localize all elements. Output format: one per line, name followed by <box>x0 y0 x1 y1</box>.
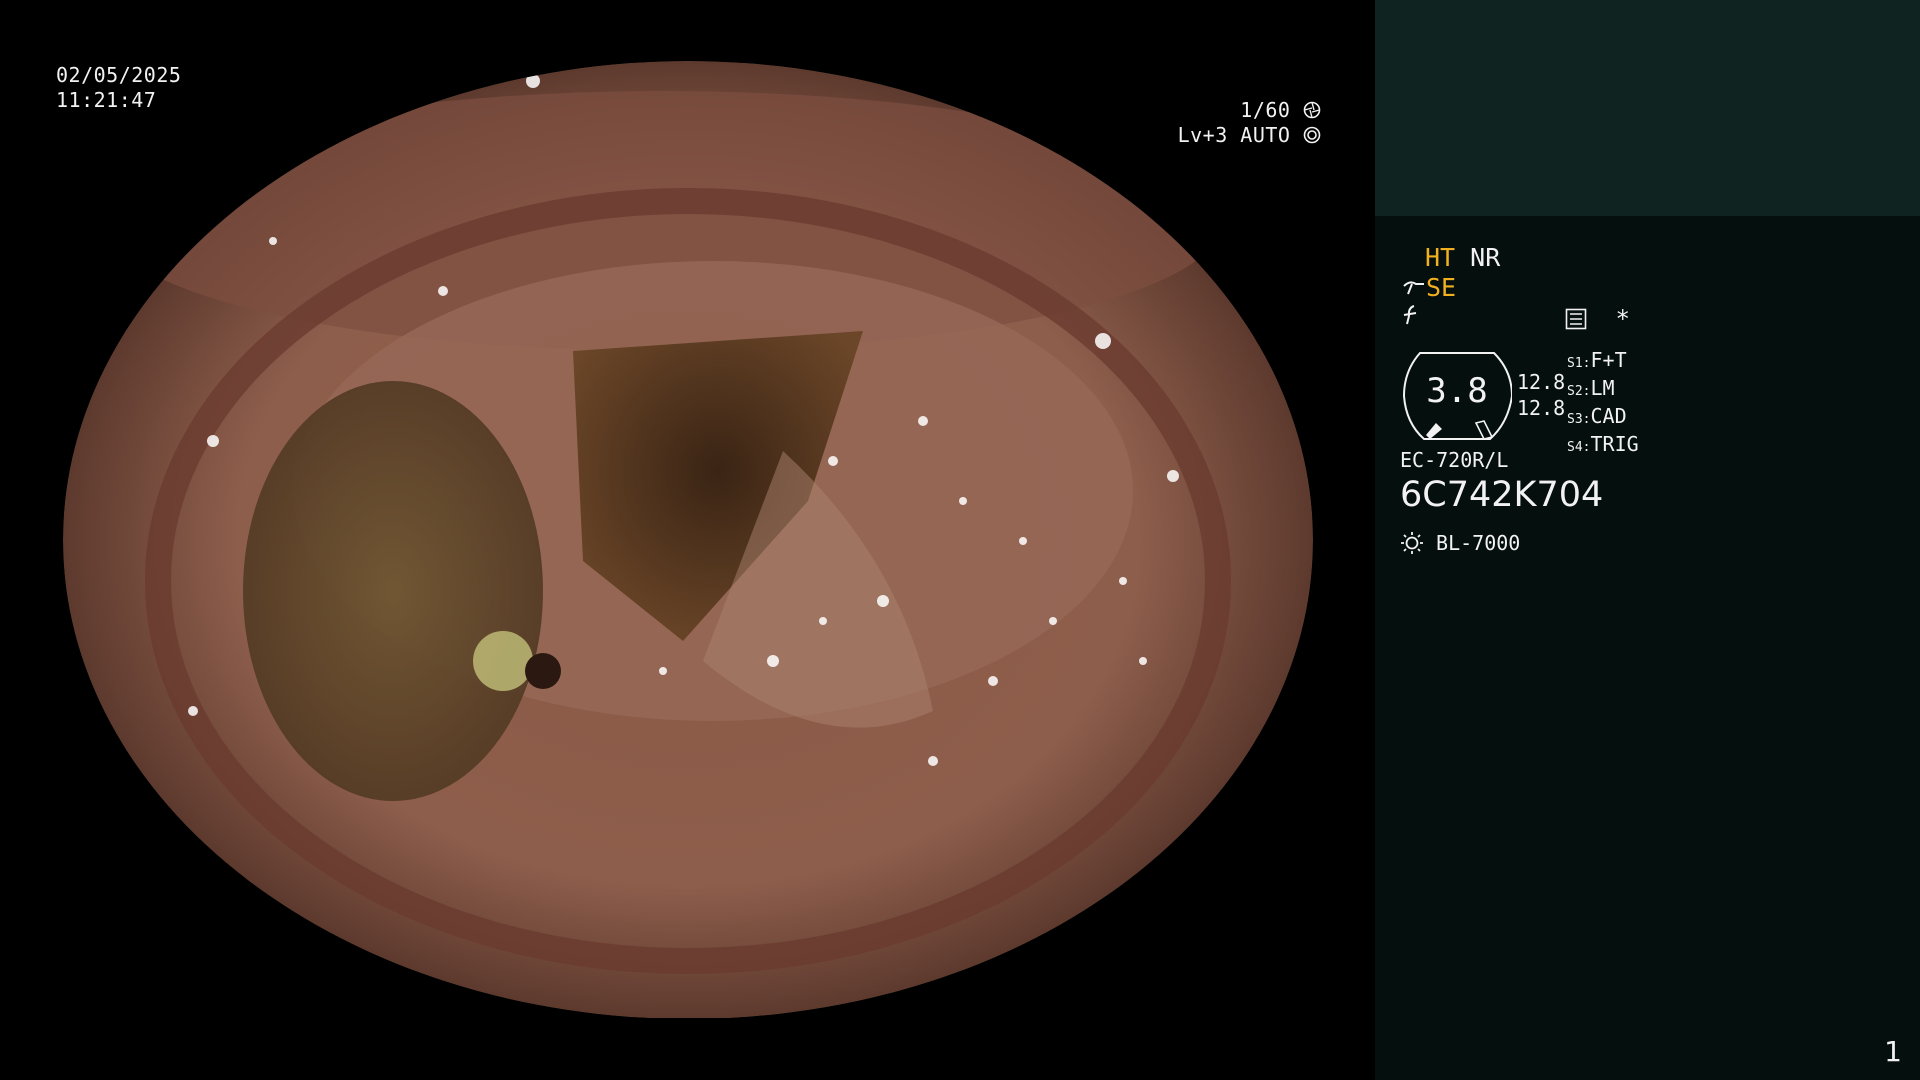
menu-star: * <box>1615 305 1630 333</box>
slot-tag: S4: <box>1567 440 1591 455</box>
slot-value: CAD <box>1590 404 1627 428</box>
se-row: SE <box>1402 273 1456 302</box>
light-source-row: BL-7000 <box>1400 531 1520 555</box>
slot-tag: S1: <box>1567 356 1591 371</box>
date-text: 02/05/2025 <box>56 63 182 87</box>
endoscope-video-area: 02/05/2025 11:21:47 1/60 Lv+3 AUTO <box>0 0 1375 1080</box>
se-label: SE <box>1426 273 1457 302</box>
freeze-icon <box>1403 305 1417 325</box>
light-source-label: BL-7000 <box>1436 531 1521 555</box>
scope-serial: 6C742K704 <box>1400 475 1604 515</box>
nr-label: NR <box>1470 243 1501 272</box>
shutter-text: 1/60 <box>1240 98 1291 122</box>
slot-item: S1:F+T <box>1567 348 1639 376</box>
endoscopic-image <box>63 61 1313 1019</box>
level-mode-text: Lv+3 AUTO <box>1177 123 1291 147</box>
slot-value: F+T <box>1590 348 1627 372</box>
bottom-mask <box>0 1018 1375 1080</box>
exposure-overlay: 1/60 Lv+3 AUTO <box>1178 98 1321 148</box>
colon-lumen-illustration <box>63 61 1313 1019</box>
slot-tag: S3: <box>1567 412 1591 427</box>
slot-value: TRIG <box>1590 432 1639 456</box>
datetime-overlay: 02/05/2025 11:21:47 <box>56 63 181 113</box>
slot-value: LM <box>1590 376 1615 400</box>
status-panel: HT NR SE * 3.8 12.8 12.8 S1:F+T S2:LM S3… <box>1375 0 1920 1080</box>
scope-switch-slots: S1:F+T S2:LM S3:CAD S4:TRIG <box>1567 348 1639 460</box>
slot-item: S2:LM <box>1567 376 1639 404</box>
rl-values: 12.8 12.8 <box>1517 369 1565 421</box>
slot-item: S4:TRIG <box>1567 432 1639 460</box>
scope-tip-icon <box>1403 281 1424 295</box>
light-icon <box>1401 532 1423 554</box>
slot-item: S3:CAD <box>1567 404 1639 432</box>
ht-label: HT <box>1425 243 1456 272</box>
level-row: Lv+3 AUTO <box>1178 123 1321 148</box>
freeze-row <box>1402 303 1424 332</box>
page-number: 1 <box>1884 1035 1902 1068</box>
auto-iris-icon <box>1303 126 1321 144</box>
magnification-dial: 3.8 <box>1402 351 1512 441</box>
rl-value-1: 12.8 <box>1517 370 1566 394</box>
menu-row: * <box>1565 305 1630 333</box>
slot-tag: S2: <box>1567 384 1591 399</box>
ht-nr-row: HT NR <box>1425 243 1500 272</box>
scope-model: EC-720R/L <box>1400 448 1509 472</box>
time-text: 11:21:47 <box>56 88 157 112</box>
shutter-row: 1/60 <box>1178 98 1321 123</box>
rl-value-2: 12.8 <box>1517 396 1566 420</box>
menu-icon <box>1565 308 1587 330</box>
shutter-icon <box>1303 101 1321 119</box>
top-mask <box>0 0 1375 61</box>
panel-top-box <box>1375 0 1920 216</box>
dial-value: 3.8 <box>1426 371 1488 411</box>
